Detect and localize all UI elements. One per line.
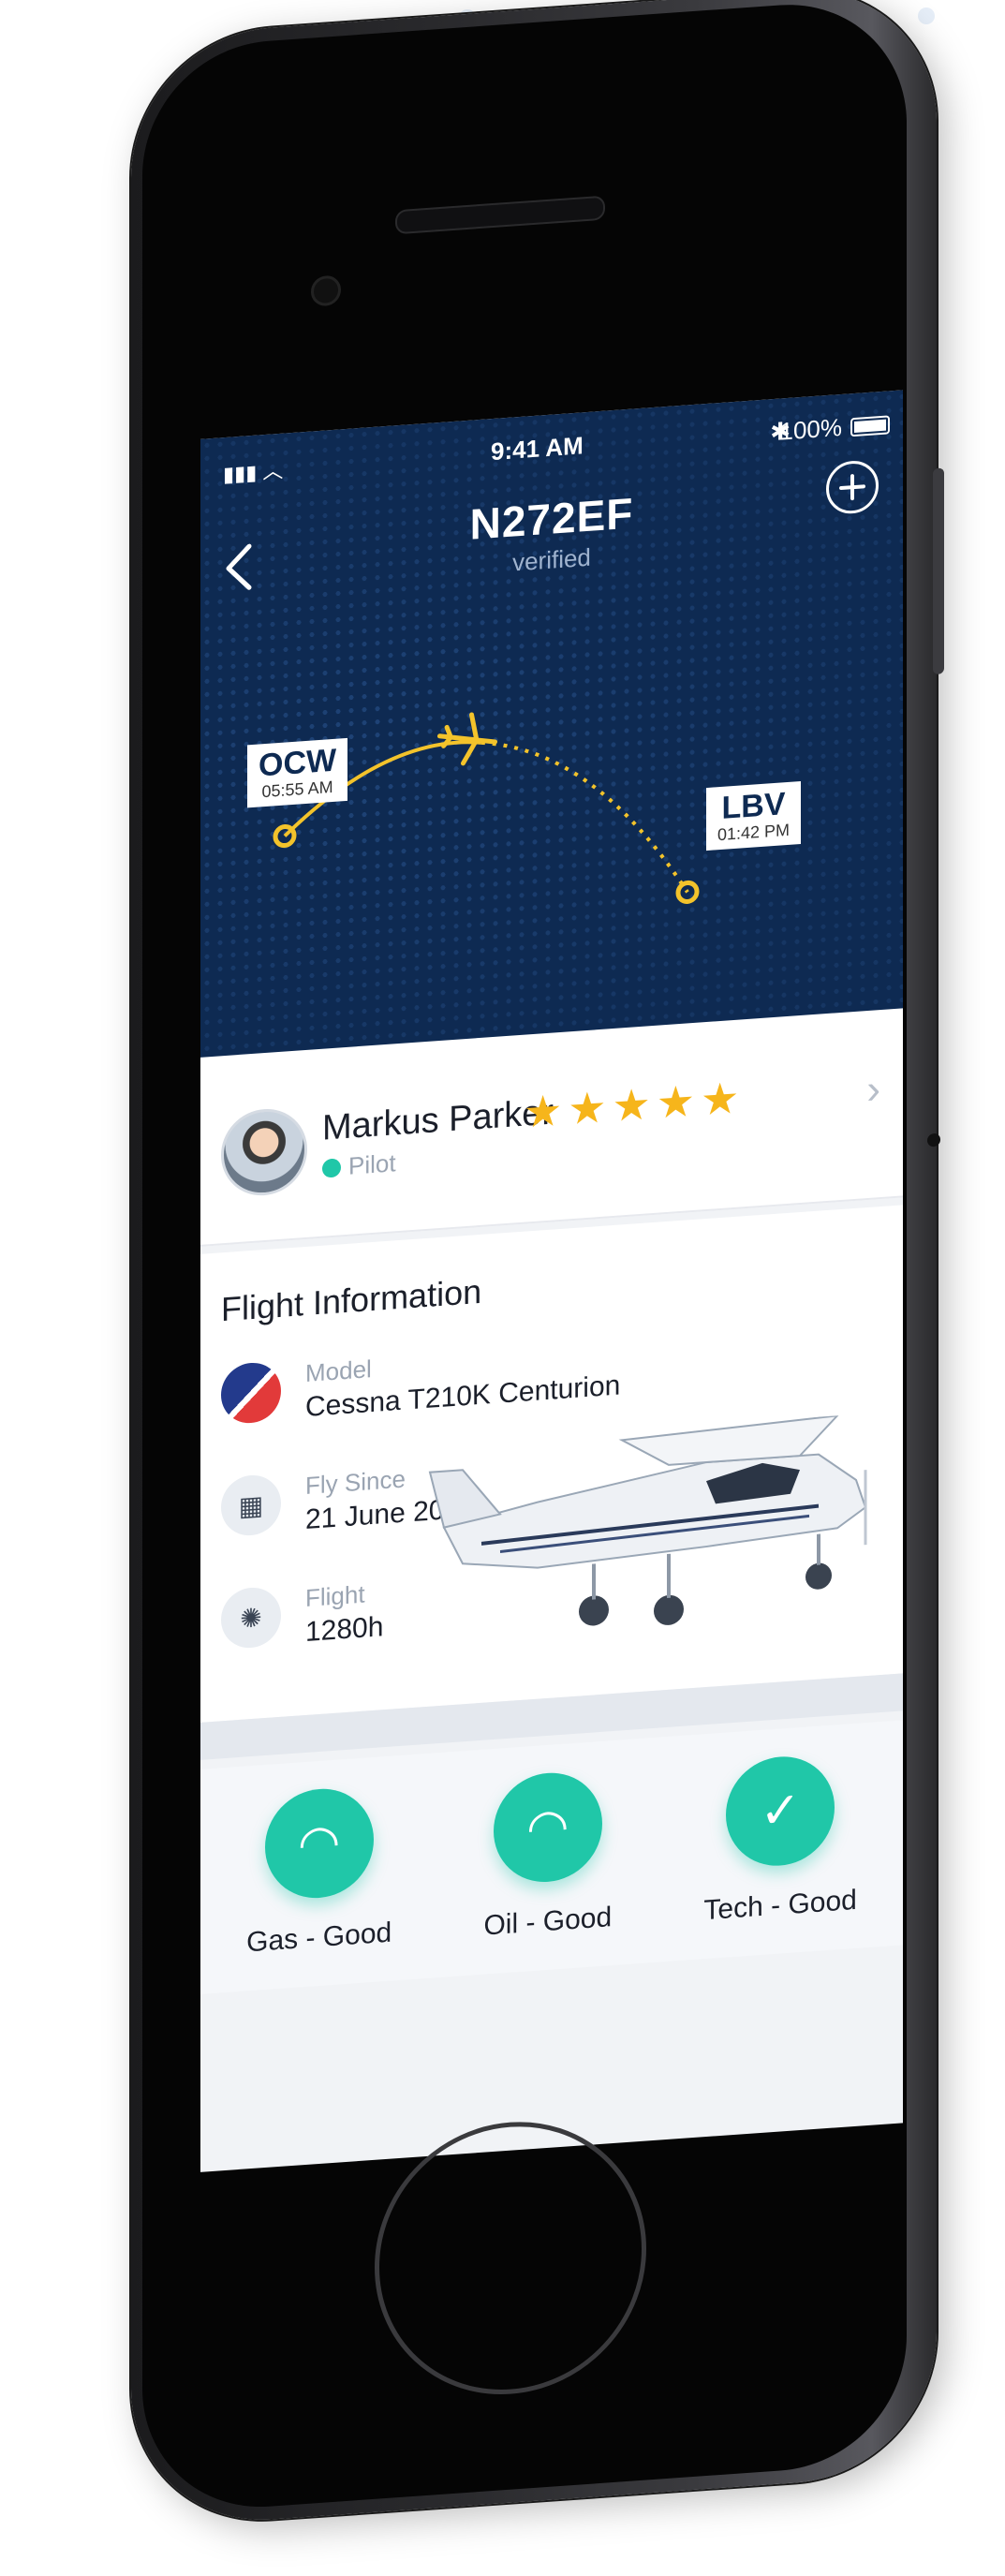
star-icon: ★ (656, 1075, 695, 1128)
signal-wifi-icon: ▮▮▮ ︿ (223, 458, 284, 487)
status-tech[interactable]: ✓ Tech - Good (703, 1724, 857, 1959)
star-icon: ★ (568, 1082, 607, 1134)
aircraft-image (428, 1414, 867, 1626)
chevron-right-icon[interactable]: › (866, 1066, 880, 1114)
status-time: 9:41 AM (491, 431, 584, 466)
check-icon: ✓ (726, 1753, 835, 1870)
flight-value: 1280h (305, 1611, 384, 1648)
star-icon: ★ (524, 1085, 563, 1137)
add-button[interactable] (826, 459, 879, 516)
volume-button (933, 467, 944, 675)
manufacturer-logo (221, 1360, 281, 1426)
destination-label: LBV 01:42 PM (706, 780, 802, 851)
plane-icon (436, 712, 498, 766)
origin-time: 05:55 AM (261, 777, 333, 801)
status-oil[interactable]: ◠ Oil - Good (483, 1740, 612, 1975)
rating-stars: ★ ★ ★ ★ ★ (524, 1073, 740, 1137)
pilot-role-label: Pilot (348, 1148, 396, 1180)
earpiece-speaker (395, 195, 605, 235)
status-oil-label: Oil - Good (483, 1902, 613, 1942)
flight-path-dashed (480, 740, 689, 894)
front-camera (311, 274, 341, 307)
device-bezel: ▮▮▮ ︿ 9:41 AM ✱ 100% N272EF verified OCW… (142, 0, 907, 2516)
app-screen: ▮▮▮ ︿ 9:41 AM ✱ 100% N272EF verified OCW… (200, 390, 903, 2172)
flight-hours-row: ✺ Flight 1280h (221, 1578, 383, 1654)
side-sensor (927, 1133, 940, 1147)
origin-label: OCW 05:55 AM (247, 737, 348, 807)
flight-label: Flight (305, 1579, 365, 1612)
gauge-icon: ◠ (493, 1769, 602, 1886)
star-icon: ★ (612, 1079, 651, 1132)
status-gas-label: Gas - Good (246, 1917, 392, 1959)
star-icon: ★ (701, 1073, 740, 1125)
model-row: Model Cessna T210K Centurion (221, 1337, 620, 1429)
battery-icon (850, 415, 890, 437)
flight-information-card: Flight Information Model Cessna T210K Ce… (200, 1205, 903, 1723)
gauge-icon: ◠ (264, 1784, 374, 1902)
calendar-icon: ▦ (221, 1473, 281, 1538)
avatar (221, 1105, 307, 1199)
gauge-icon: ✺ (221, 1585, 281, 1651)
status-tech-label: Tech - Good (703, 1884, 857, 1927)
status-gas[interactable]: ◠ Gas - Good (246, 1756, 392, 1991)
destination-time: 01:42 PM (717, 820, 791, 844)
plus-circle-icon (839, 474, 865, 501)
status-indicators: ◠ Gas - Good ◠ Oil - Good ✓ Tech - Good (200, 1720, 903, 1994)
battery-percent: 100% (779, 412, 843, 446)
phone-device: ▮▮▮ ︿ 9:41 AM ✱ 100% N272EF verified OCW… (131, 0, 944, 2529)
flight-info-title: Flight Information (221, 1271, 482, 1329)
verified-check-icon (322, 1157, 341, 1178)
pilot-name: Markus Parker (322, 1092, 554, 1148)
pilot-role: Pilot (322, 1148, 396, 1182)
